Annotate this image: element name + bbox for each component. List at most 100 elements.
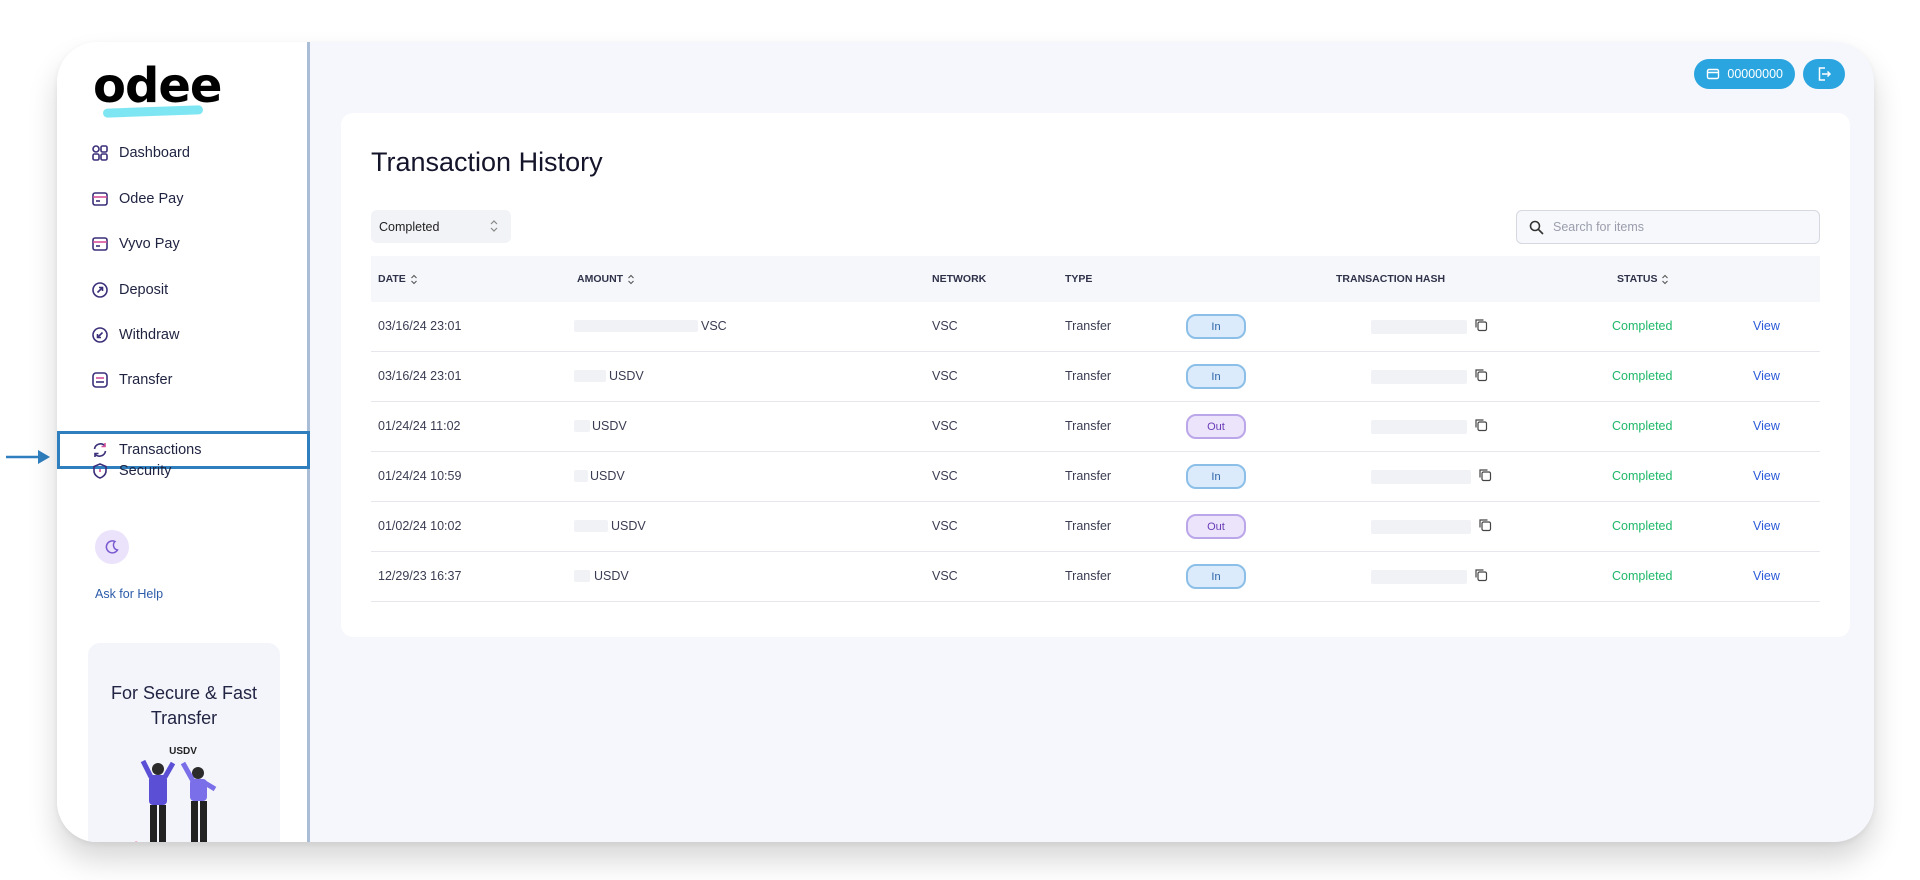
sidebar-item-label: Dashboard (119, 145, 190, 161)
promo-badge-text: USDV (169, 746, 197, 757)
view-link[interactable]: View (1753, 369, 1780, 383)
row-currency: USDV (611, 519, 646, 533)
status-filter-select[interactable]: Completed (371, 210, 511, 243)
sort-icon (1662, 274, 1669, 284)
copy-icon[interactable] (1478, 518, 1492, 532)
logout-button[interactable] (1803, 59, 1845, 89)
sidebar-item-odee-pay[interactable]: Odee Pay (91, 184, 184, 214)
row-type: Transfer (1065, 319, 1112, 333)
table-header: DATE AMOUNT NETWORK TYPE TRANSACTION HAS… (371, 256, 1820, 302)
promo-illustration: USDV (134, 746, 217, 842)
direction-badge: In (1186, 564, 1246, 589)
sidebar-item-label: Vyvo Pay (119, 236, 180, 252)
pointer-arrow-icon (6, 450, 50, 464)
sidebar-item-transfer[interactable]: Transfer (91, 365, 172, 395)
withdraw-icon (92, 327, 108, 343)
transactions-table: DATE AMOUNT NETWORK TYPE TRANSACTION HAS… (371, 256, 1820, 602)
search-input[interactable] (1553, 220, 1793, 234)
table-row: 03/16/24 23:01 USDV VSC Transfer In Comp… (371, 352, 1820, 402)
hash-redacted (1371, 520, 1471, 534)
row-network: VSC (932, 519, 958, 533)
row-network: VSC (932, 469, 958, 483)
promo-card: For Secure & Fast Transfer USDV (88, 643, 280, 842)
direction-badge: In (1186, 364, 1246, 389)
row-type: Transfer (1065, 469, 1112, 483)
wallet-icon (1707, 68, 1720, 80)
sort-icon (410, 274, 417, 284)
copy-icon[interactable] (1474, 368, 1488, 382)
card-icon (92, 237, 108, 251)
amount-redacted (574, 520, 608, 532)
row-currency: USDV (594, 569, 629, 583)
direction-badge: Out (1186, 414, 1246, 439)
view-link[interactable]: View (1753, 469, 1780, 483)
row-type: Transfer (1065, 369, 1112, 383)
copy-icon[interactable] (1474, 418, 1488, 432)
table-row: 01/24/24 11:02 USDV VSC Transfer Out Com… (371, 402, 1820, 452)
view-link[interactable]: View (1753, 419, 1780, 433)
transaction-history-card: Transaction History Completed DATE AMOUN… (341, 113, 1850, 637)
row-date: 01/24/24 10:59 (378, 469, 462, 483)
deposit-icon (92, 282, 108, 298)
chevron-updown-icon (490, 220, 498, 232)
sidebar-item-label: Odee Pay (119, 191, 184, 207)
sidebar-item-label: Deposit (119, 282, 169, 298)
amount-redacted (574, 470, 588, 482)
status-badge: Completed (1612, 469, 1673, 483)
sidebar-item-label: Withdraw (119, 327, 180, 343)
sidebar-item-vyvo-pay[interactable]: Vyvo Pay (91, 229, 180, 259)
table-row: 01/02/24 10:02 USDV VSC Transfer Out Com… (371, 502, 1820, 552)
hash-redacted (1371, 570, 1467, 584)
sidebar-item-label: Transfer (119, 372, 173, 388)
sidebar-item-deposit[interactable]: Deposit (91, 275, 168, 305)
row-currency: USDV (590, 469, 625, 483)
table-row: 01/24/24 10:59 USDV VSC Transfer In Comp… (371, 452, 1820, 502)
status-badge: Completed (1612, 519, 1673, 533)
column-header-type: TYPE (1065, 273, 1093, 285)
row-currency: VSC (701, 319, 727, 333)
hash-redacted (1371, 470, 1471, 484)
view-link[interactable]: View (1753, 319, 1780, 333)
column-header-status[interactable]: STATUS (1617, 273, 1669, 285)
column-header-amount[interactable]: AMOUNT (577, 273, 635, 285)
row-type: Transfer (1065, 419, 1112, 433)
amount-redacted (574, 370, 606, 382)
row-date: 01/24/24 11:02 (378, 419, 461, 433)
sidebar-item-dashboard[interactable]: Dashboard (91, 138, 190, 168)
row-date: 01/02/24 10:02 (378, 519, 462, 533)
amount-redacted (574, 420, 590, 432)
dashboard-icon (92, 145, 108, 161)
account-button[interactable]: 00000000 (1694, 59, 1795, 89)
row-date: 03/16/24 23:01 (378, 369, 462, 383)
sort-icon (628, 274, 634, 284)
view-link[interactable]: View (1753, 569, 1780, 583)
row-date: 03/16/24 23:01 (378, 319, 462, 333)
dark-mode-toggle[interactable] (95, 530, 129, 564)
card-icon (92, 192, 108, 206)
status-badge: Completed (1612, 419, 1673, 433)
search-box[interactable] (1516, 210, 1820, 244)
amount-redacted (574, 320, 698, 332)
copy-icon[interactable] (1474, 568, 1488, 582)
column-header-transaction-hash: TRANSACTION HASH (1336, 273, 1446, 285)
copy-icon[interactable] (1474, 318, 1488, 332)
moon-icon (105, 540, 119, 554)
table-row: 12/29/23 16:37 USDV VSC Transfer In Comp… (371, 552, 1820, 602)
copy-icon[interactable] (1478, 468, 1492, 482)
status-badge: Completed (1612, 319, 1673, 333)
sidebar-item-withdraw[interactable]: Withdraw (91, 320, 179, 350)
row-network: VSC (932, 319, 958, 333)
sidebar-item-security[interactable]: Security (91, 456, 171, 486)
shield-icon (93, 463, 107, 479)
row-network: VSC (932, 419, 958, 433)
ask-for-help-link[interactable]: Ask for Help (95, 587, 163, 601)
transfer-icon (92, 372, 108, 388)
row-currency: USDV (609, 369, 644, 383)
direction-badge: In (1186, 464, 1246, 489)
row-network: VSC (932, 369, 958, 383)
row-currency: USDV (592, 419, 627, 433)
direction-badge: Out (1186, 514, 1246, 539)
view-link[interactable]: View (1753, 519, 1780, 533)
column-header-date[interactable]: DATE (378, 273, 418, 285)
logo[interactable]: odee (93, 58, 223, 124)
